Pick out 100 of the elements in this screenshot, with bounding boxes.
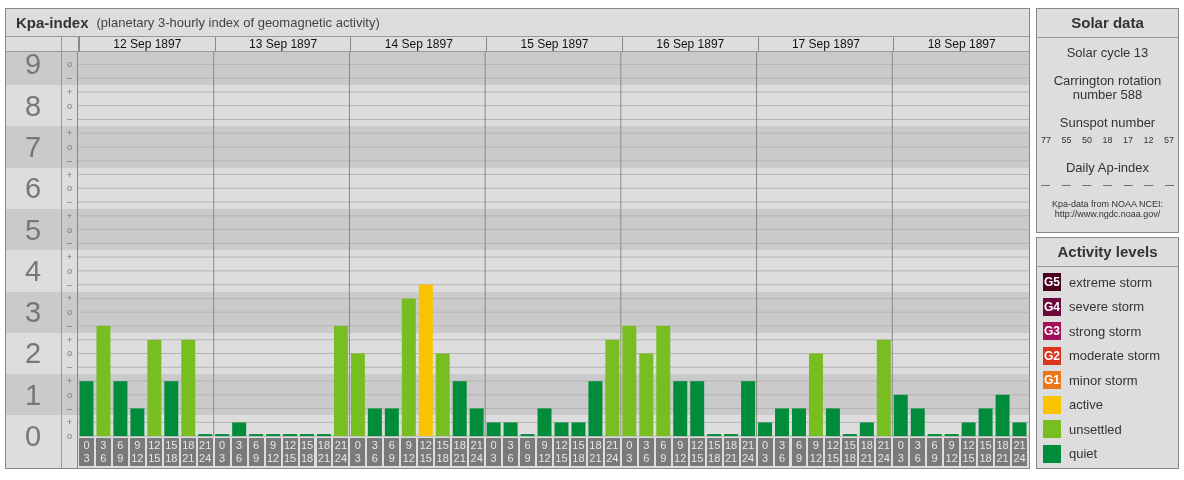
date-label: 18 Sep 1897 — [893, 37, 1030, 51]
hour-label: 18 21 — [316, 438, 332, 467]
date-label: 13 Sep 1897 — [214, 37, 351, 51]
hour-label: 3 6 — [95, 438, 111, 467]
hour-label: 9 12 — [537, 438, 552, 467]
level-label: 7 — [24, 131, 42, 163]
level-name: minor storm — [1069, 372, 1138, 388]
solar-cycle-text: Solar cycle 13 — [1065, 46, 1150, 60]
hour-label: 6 9 — [655, 438, 671, 467]
hour-label: 6 9 — [248, 438, 264, 467]
hour-label: 0 3 — [486, 438, 502, 467]
sunspot-value: 17 — [1122, 135, 1133, 145]
sunspot-value: 12 — [1143, 135, 1154, 145]
chart-subtitle: (planetary 3-hourly index of geomagnetic activity) — [96, 15, 380, 30]
sublevel-label: o — [67, 431, 72, 442]
hour-label: 15 18 — [570, 438, 586, 467]
hour-label: 18 21 — [859, 438, 875, 467]
hour-label: 0 3 — [621, 438, 637, 467]
hour-label: 15 18 — [299, 438, 315, 467]
sublevel-label: + — [66, 169, 73, 180]
hour-label: 18 21 — [180, 438, 196, 467]
hour-label: 3 6 — [231, 438, 247, 467]
sublevel-label: o — [67, 389, 72, 400]
ap-index-value: — — [1082, 180, 1092, 190]
sublevel-label: – — [67, 114, 72, 125]
hour-label: 12 15 — [146, 438, 162, 467]
sunspot-value: 18 — [1102, 135, 1113, 145]
hour-label: 18 21 — [587, 438, 603, 467]
hour-label: 21 24 — [333, 438, 349, 467]
hour-label: 21 24 — [604, 438, 620, 467]
ap-index-value: — — [1102, 180, 1112, 190]
sublevel-label: + — [66, 210, 73, 221]
date-label: 12 Sep 1897 — [79, 37, 215, 51]
hour-label: 12 15 — [825, 438, 841, 467]
sublevel-label: – — [67, 403, 72, 414]
sublevel-label: o — [67, 183, 72, 194]
level-badge: G1 — [1043, 371, 1061, 389]
chart-title: Kpa-index — [16, 14, 89, 31]
level-name: active — [1069, 397, 1103, 412]
ap-index-value: — — [1123, 180, 1133, 190]
sublevel-label: + — [66, 376, 73, 386]
hour-label: 9 12 — [672, 438, 688, 467]
level-badge: G2 — [1043, 346, 1061, 365]
hour-label: 15 18 — [706, 438, 722, 467]
level-name: extreme storm — [1069, 274, 1153, 290]
hour-label: 9 12 — [129, 438, 145, 467]
sublevel-label: + — [66, 417, 73, 428]
sublevel-label: o — [67, 142, 72, 152]
sublevel-label: + — [66, 293, 73, 304]
ap-index-value: — — [1164, 180, 1174, 190]
date-label: 16 Sep 1897 — [621, 37, 758, 51]
hour-label: 6 9 — [520, 438, 535, 467]
sublevel-label: o — [67, 100, 72, 111]
level-label: 5 — [24, 213, 42, 246]
sublevel-label: o — [67, 348, 72, 359]
hour-label: 0 3 — [757, 438, 773, 467]
level-name: moderate storm — [1069, 348, 1161, 363]
ap-index-value: — — [1144, 180, 1154, 190]
hour-label: 9 12 — [401, 438, 417, 467]
hour-label: 15 18 — [435, 438, 451, 467]
hour-label: 18 21 — [452, 438, 468, 467]
ap-index-value: — — [1041, 180, 1050, 190]
hour-label: 12 15 — [282, 438, 298, 467]
level-label: 2 — [24, 337, 42, 370]
panel-title: Solar data — [1037, 9, 1178, 38]
hour-label: 6 9 — [791, 438, 807, 467]
hour-label: 9 12 — [265, 438, 281, 467]
hour-label: 21 24 — [1012, 438, 1027, 467]
hour-label: 0 3 — [214, 438, 230, 467]
hour-label: 0 3 — [893, 438, 909, 467]
date-label: 15 Sep 1897 — [486, 37, 622, 51]
source-text: Kpa-data from NOAA NCEI: — [1050, 199, 1164, 209]
hour-label: 15 18 — [163, 438, 179, 467]
carrington-rotation-text: Carrington rotation number 588 — [1052, 74, 1163, 102]
hour-label: 21 24 — [876, 438, 892, 467]
hour-label: 6 9 — [384, 438, 400, 467]
hour-label: 3 6 — [910, 438, 926, 467]
level-label: 8 — [24, 89, 42, 122]
level-label: 4 — [24, 254, 42, 287]
hour-label: 15 18 — [842, 438, 858, 467]
sublevel-label: o — [67, 59, 72, 70]
hour-label: 12 15 — [689, 438, 705, 467]
level-badge: G3 — [1043, 322, 1061, 340]
level-badge: G5 — [1043, 273, 1061, 291]
sunspot-value: 57 — [1163, 135, 1174, 145]
level-name: quiet — [1069, 446, 1098, 461]
sublevel-label: o — [67, 224, 72, 235]
hour-label: 15 18 — [978, 438, 994, 467]
level-name: unsettled — [1069, 421, 1122, 437]
level-name: severe storm — [1069, 299, 1145, 314]
sunspot-value: 55 — [1061, 135, 1072, 145]
hour-label: 12 15 — [961, 438, 977, 467]
ap-index-heading: Daily Ap-index — [1064, 161, 1151, 175]
sublevel-label: – — [67, 320, 72, 331]
hour-label: 12 15 — [418, 438, 434, 467]
sublevel-label: – — [67, 155, 72, 166]
level-name: strong storm — [1069, 323, 1142, 339]
sublevel-label: + — [66, 86, 73, 97]
sunspot-value: 77 — [1041, 135, 1051, 145]
sublevel-label: o — [67, 265, 72, 276]
